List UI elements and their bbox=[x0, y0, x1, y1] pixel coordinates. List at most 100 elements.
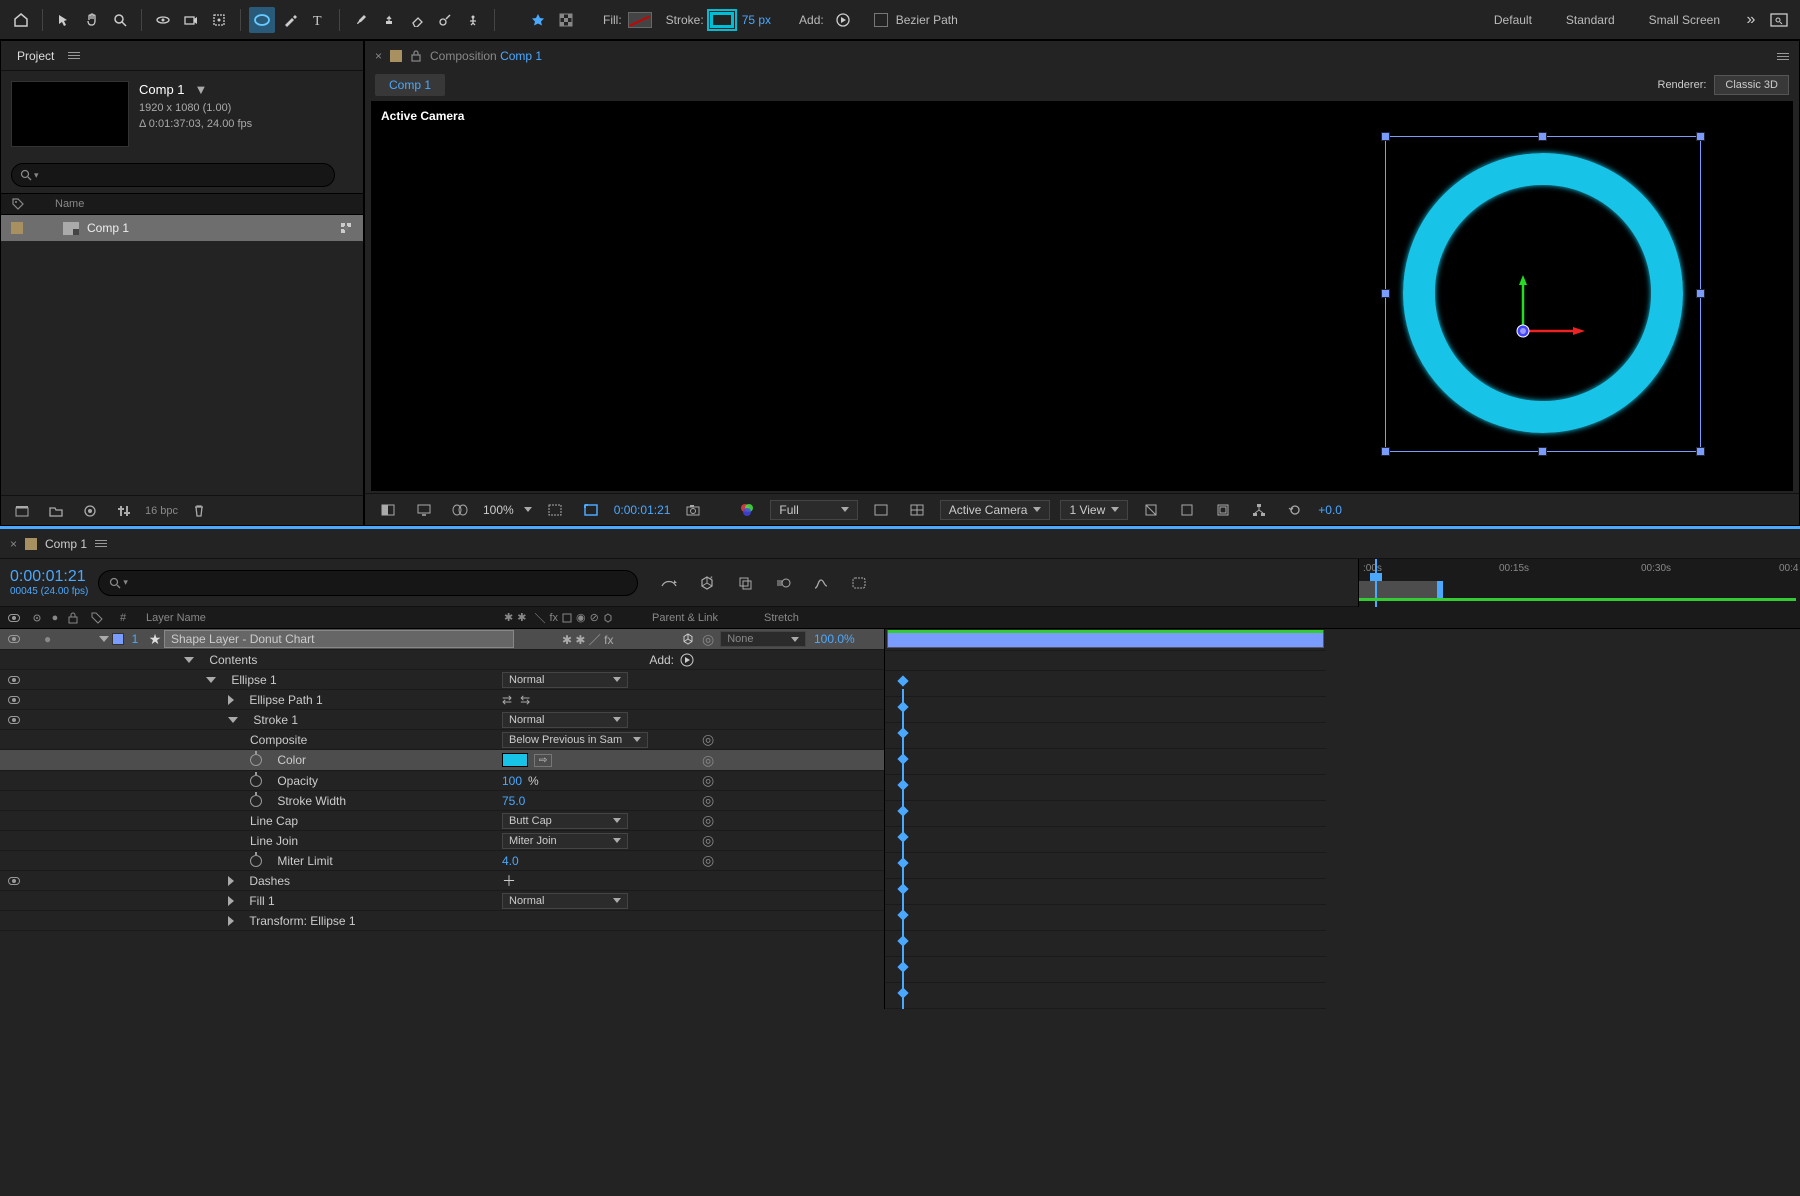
resolution-dropdown[interactable]: Full bbox=[770, 500, 857, 520]
project-settings-icon[interactable] bbox=[111, 498, 137, 524]
composition-canvas[interactable]: Active Camera bbox=[371, 101, 1793, 491]
mask-icon[interactable] bbox=[447, 497, 473, 523]
stroke-width-value[interactable]: 75 px bbox=[742, 13, 771, 27]
lock-icon[interactable] bbox=[410, 49, 422, 63]
camera-tool-icon[interactable] bbox=[178, 7, 204, 33]
fill-swatch[interactable] bbox=[628, 12, 652, 28]
interpret-footage-icon[interactable] bbox=[9, 498, 35, 524]
transparency-grid-icon[interactable] bbox=[868, 497, 894, 523]
star-icon[interactable] bbox=[525, 7, 551, 33]
viewer-menu-icon[interactable] bbox=[1777, 53, 1789, 60]
project-row-name: Comp 1 bbox=[87, 221, 129, 235]
view-opt3-icon[interactable] bbox=[1210, 497, 1236, 523]
view-opt1-icon[interactable] bbox=[1138, 497, 1164, 523]
exposure-value[interactable]: +0.0 bbox=[1318, 503, 1342, 517]
stopwatch-icon[interactable] bbox=[250, 754, 262, 766]
roto-brush-tool-icon[interactable] bbox=[432, 7, 458, 33]
draft3d-icon[interactable]: * bbox=[694, 570, 720, 596]
renderer-dropdown[interactable]: Classic 3D bbox=[1714, 75, 1789, 95]
graph-editor-icon[interactable] bbox=[808, 570, 834, 596]
ellipse-group-row[interactable]: Ellipse 1 Normal bbox=[0, 670, 884, 690]
view-opt2-icon[interactable] bbox=[1174, 497, 1200, 523]
miter-limit-row[interactable]: Miter Limit 4.0 ◎ bbox=[0, 851, 884, 871]
pen-tool-icon[interactable] bbox=[277, 7, 303, 33]
transform-ellipse-row[interactable]: Transform: Ellipse 1 bbox=[0, 911, 884, 931]
search-panel-icon[interactable] bbox=[1766, 7, 1792, 33]
dashes-row[interactable]: Dashes ＋ bbox=[0, 871, 884, 891]
zoom-tool-icon[interactable] bbox=[107, 7, 133, 33]
zoom-value[interactable]: 100% bbox=[483, 503, 514, 517]
contents-row[interactable]: Contents Add: bbox=[0, 650, 884, 670]
ellipse-path-row[interactable]: Ellipse Path 1 ⇄⇆ bbox=[0, 690, 884, 710]
color-swatch[interactable] bbox=[502, 753, 528, 767]
star-icon: ★ bbox=[149, 631, 162, 648]
reset-exposure-icon[interactable] bbox=[1282, 497, 1308, 523]
project-search-input[interactable]: ▾ bbox=[11, 163, 335, 187]
hand-tool-icon[interactable] bbox=[79, 7, 105, 33]
stroke-color-row[interactable]: Color ⇨ ◎ bbox=[0, 750, 884, 771]
workspace-small-screen[interactable]: Small Screen bbox=[1633, 9, 1736, 31]
frame-blend-icon[interactable] bbox=[732, 570, 758, 596]
fill-group-row[interactable]: Fill 1 Normal bbox=[0, 891, 884, 911]
viewer-comp-tab[interactable]: Comp 1 bbox=[375, 74, 445, 96]
snapshot-icon[interactable] bbox=[680, 497, 706, 523]
stroke-swatch[interactable] bbox=[710, 12, 734, 28]
region-icon[interactable] bbox=[578, 497, 604, 523]
selection-tool-icon[interactable] bbox=[51, 7, 77, 33]
eyedropper-icon[interactable]: ⇨ bbox=[534, 754, 552, 767]
clone-stamp-tool-icon[interactable] bbox=[376, 7, 402, 33]
resolution-icon[interactable] bbox=[542, 497, 568, 523]
stroke-group-row[interactable]: Stroke 1 Normal bbox=[0, 710, 884, 730]
brush-tool-icon[interactable] bbox=[348, 7, 374, 33]
add-play-icon[interactable] bbox=[830, 7, 856, 33]
project-row-comp1[interactable]: Comp 1 bbox=[1, 215, 363, 241]
bezier-checkbox[interactable] bbox=[874, 13, 888, 27]
text-tool-icon[interactable]: T bbox=[305, 7, 331, 33]
new-comp-icon[interactable] bbox=[77, 498, 103, 524]
pan-behind-tool-icon[interactable] bbox=[206, 7, 232, 33]
stroke-opacity-row[interactable]: Opacity 100% ◎ bbox=[0, 771, 884, 791]
guides-icon[interactable] bbox=[904, 497, 930, 523]
timeline-tab[interactable]: Comp 1 bbox=[45, 537, 87, 551]
workspace-default[interactable]: Default bbox=[1478, 9, 1548, 31]
viewer-time[interactable]: 0:00:01:21 bbox=[614, 503, 671, 517]
project-bpc[interactable]: 16 bpc bbox=[145, 505, 178, 517]
shape-tool-icon[interactable] bbox=[249, 7, 275, 33]
brain-icon[interactable] bbox=[846, 570, 872, 596]
stroke-width-row[interactable]: Stroke Width 75.0 ◎ bbox=[0, 791, 884, 811]
spiral-icon[interactable]: ◎ bbox=[702, 631, 714, 648]
folder-icon[interactable] bbox=[43, 498, 69, 524]
toggle-alpha-icon[interactable] bbox=[375, 497, 401, 523]
workspace-standard[interactable]: Standard bbox=[1550, 9, 1631, 31]
snapping-icon[interactable] bbox=[553, 7, 579, 33]
timeline-ruler[interactable]: :00s 00:15s 00:30s 00:4 bbox=[1358, 559, 1800, 607]
eraser-tool-icon[interactable] bbox=[404, 7, 430, 33]
camera-dropdown[interactable]: Active Camera bbox=[940, 500, 1051, 520]
orbit-tool-icon[interactable] bbox=[150, 7, 176, 33]
puppet-tool-icon[interactable] bbox=[460, 7, 486, 33]
timeline-current-time[interactable]: 0:00:01:21 00045 (24.00 fps) bbox=[0, 568, 98, 597]
flowchart-icon[interactable] bbox=[1246, 497, 1272, 523]
project-thumbnail[interactable] bbox=[11, 81, 129, 147]
line-cap-row[interactable]: Line Cap Butt Cap ◎ bbox=[0, 811, 884, 831]
add-dash-icon[interactable]: ＋ bbox=[502, 871, 516, 891]
layer-row[interactable]: ● 1 ★ Shape Layer - Donut Chart ✱ ✱ ／ fx… bbox=[0, 629, 884, 650]
eye-col-icon[interactable] bbox=[8, 614, 20, 622]
timeline-menu-icon[interactable] bbox=[95, 540, 107, 547]
overflow-icon[interactable]: » bbox=[1738, 7, 1764, 33]
home-icon[interactable] bbox=[8, 7, 34, 33]
composite-row[interactable]: Composite Below Previous in Sam ◎ bbox=[0, 730, 884, 750]
project-tab[interactable]: Project bbox=[11, 45, 60, 67]
timeline-search-input[interactable]: ▾ bbox=[98, 570, 638, 596]
panel-menu-icon[interactable] bbox=[68, 52, 80, 59]
channel-icon[interactable] bbox=[734, 497, 760, 523]
tag-icon[interactable] bbox=[11, 197, 25, 211]
shy-icon[interactable] bbox=[656, 570, 682, 596]
trash-icon[interactable] bbox=[186, 498, 212, 524]
project-col-name[interactable]: Name bbox=[55, 198, 84, 210]
line-join-row[interactable]: Line Join Miter Join ◎ bbox=[0, 831, 884, 851]
3d-axis-gizmo[interactable] bbox=[1493, 271, 1593, 371]
monitor-icon[interactable] bbox=[411, 497, 437, 523]
motion-blur-icon[interactable] bbox=[770, 570, 796, 596]
view-dropdown[interactable]: 1 View bbox=[1060, 500, 1128, 520]
